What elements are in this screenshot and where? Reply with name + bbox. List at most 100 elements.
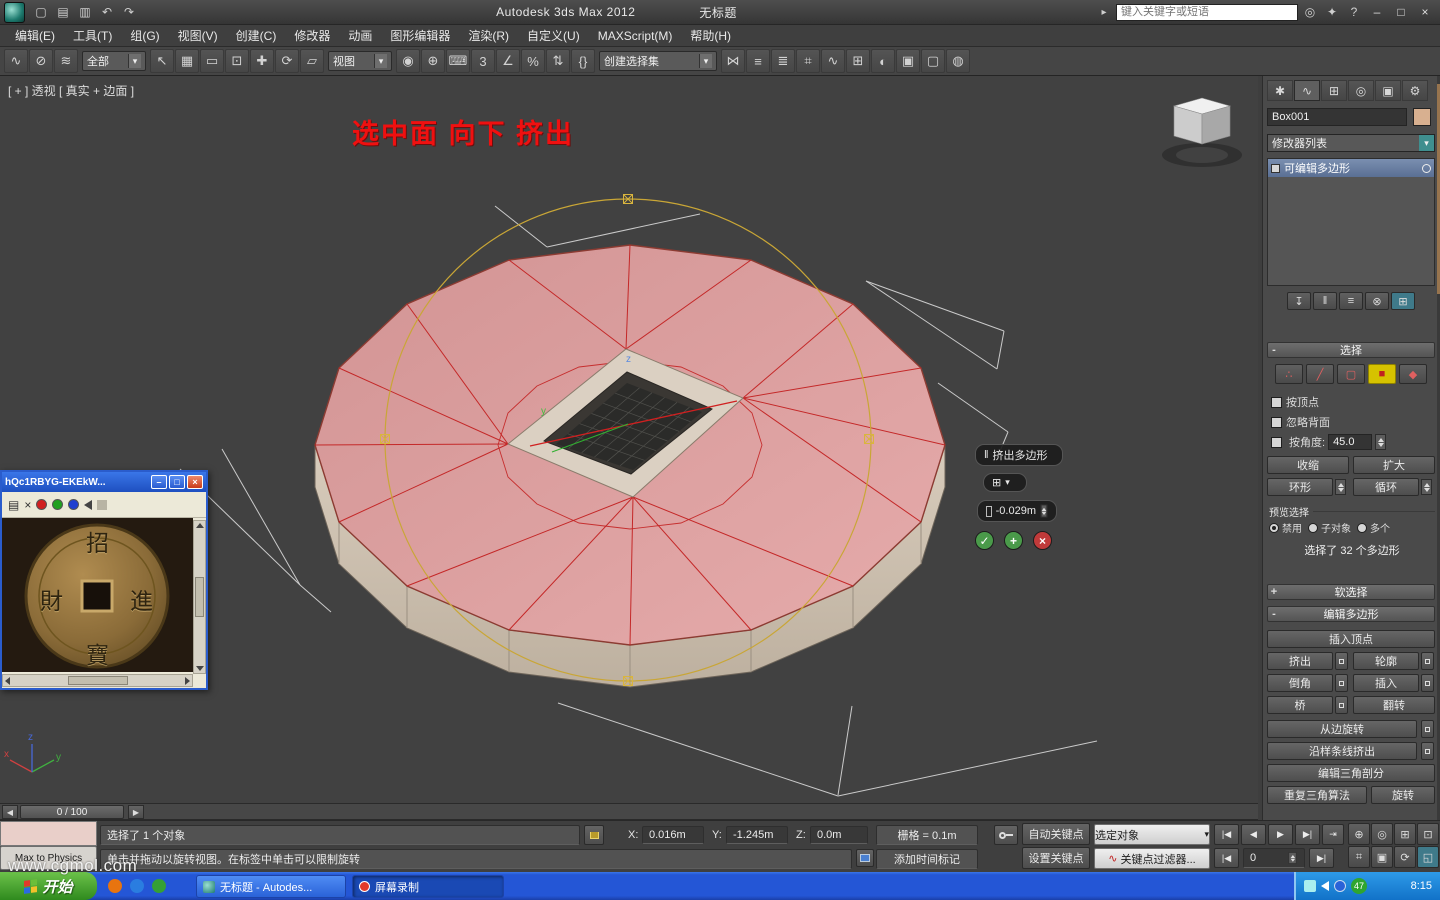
menu-modifiers[interactable]: 修改器 bbox=[285, 24, 339, 47]
caddy-height-spinner[interactable]: -0.029m bbox=[977, 500, 1057, 522]
inset-settings-button[interactable] bbox=[1421, 674, 1434, 692]
menu-tools[interactable]: 工具(T) bbox=[64, 24, 121, 47]
ring-button[interactable]: 环形 bbox=[1267, 478, 1333, 496]
menu-create[interactable]: 创建(C) bbox=[227, 24, 286, 47]
next-key-button[interactable]: ▶| bbox=[1309, 848, 1334, 868]
scroll-left-icon[interactable] bbox=[5, 676, 10, 685]
coin-mesh[interactable]: y z bbox=[314, 244, 946, 688]
stack-item-editable-poly[interactable]: 可编辑多边形 bbox=[1268, 159, 1434, 177]
go-to-end-button[interactable]: ⇥ bbox=[1322, 824, 1344, 845]
region-shape-icon[interactable]: ▭ bbox=[200, 49, 224, 73]
rollout-selection[interactable]: - 选择 bbox=[1267, 342, 1435, 358]
spinner-snap-icon[interactable]: ⇅ bbox=[546, 49, 570, 73]
green-channel-icon[interactable] bbox=[52, 499, 64, 510]
insert-vertex-button[interactable]: 插入顶点 bbox=[1267, 630, 1435, 648]
render-production-icon[interactable]: ◍ bbox=[946, 49, 970, 73]
time-step-forward-button[interactable]: ▶ bbox=[128, 805, 144, 819]
preview-subobject-radio[interactable]: 子对象 bbox=[1308, 520, 1351, 535]
stack-item-onoff-icon[interactable] bbox=[1422, 163, 1431, 173]
selection-filter-dropdown[interactable]: 全部 ▾ bbox=[82, 51, 146, 71]
close-button[interactable]: × bbox=[1414, 3, 1436, 21]
rollout-edit-polygons[interactable]: - 编辑多边形 bbox=[1267, 606, 1435, 622]
configure-sets-icon[interactable]: ⊞ bbox=[1391, 292, 1415, 310]
hinge-from-edge-button[interactable]: 从边旋转 bbox=[1267, 720, 1417, 738]
tray-security-badge[interactable]: 47 bbox=[1351, 878, 1367, 894]
quicklaunch-icon-2[interactable] bbox=[130, 879, 144, 893]
move-icon[interactable]: ✚ bbox=[250, 49, 274, 73]
manipulate-icon[interactable]: ⊕ bbox=[421, 49, 445, 73]
taskbar-task-screen-recorder[interactable]: 屏幕录制 bbox=[352, 875, 504, 898]
menu-customize[interactable]: 自定义(U) bbox=[518, 24, 589, 47]
bridge-settings-button[interactable] bbox=[1335, 696, 1348, 714]
border-mode-icon[interactable]: ▢ bbox=[1337, 364, 1365, 384]
zoom-icon[interactable]: ⊕ bbox=[1348, 823, 1370, 845]
vertex-mode-icon[interactable]: ∴ bbox=[1275, 364, 1303, 384]
caddy-cancel-button[interactable]: × bbox=[1033, 531, 1052, 550]
remove-modifier-icon[interactable]: ⊗ bbox=[1365, 292, 1389, 310]
open-file-icon[interactable]: ▤ bbox=[53, 2, 73, 22]
loop-spinner[interactable] bbox=[1421, 479, 1432, 495]
minimize-button[interactable]: – bbox=[1366, 3, 1388, 21]
add-time-tag-field[interactable]: 添加时间标记 bbox=[876, 849, 978, 869]
preview-multiple-radio[interactable]: 多个 bbox=[1357, 520, 1390, 535]
menu-rendering[interactable]: 渲染(R) bbox=[459, 24, 518, 47]
preview-disable-radio[interactable]: 禁用 bbox=[1269, 520, 1302, 535]
3dsmax-logo-icon[interactable] bbox=[4, 1, 25, 23]
snap-3d-icon[interactable]: 3 bbox=[471, 49, 495, 73]
red-channel-icon[interactable] bbox=[36, 499, 48, 510]
tab-motion[interactable]: ◎ bbox=[1348, 80, 1374, 101]
search-arrow-icon[interactable]: ▸ bbox=[1094, 2, 1114, 22]
object-color-swatch[interactable] bbox=[1413, 108, 1431, 126]
info-icon[interactable] bbox=[97, 499, 108, 510]
image-viewer-window[interactable]: hQc1RBYG-EKEkW... – □ × ▤ × 招 財 進 寶 bbox=[0, 470, 208, 690]
zoom-extents-all-icon[interactable]: ⊡ bbox=[1417, 823, 1439, 845]
communication-center-icon[interactable]: ◎ bbox=[1300, 2, 1320, 22]
h-scroll-thumb[interactable] bbox=[67, 676, 128, 685]
angle-snap-icon[interactable]: ∠ bbox=[496, 49, 520, 73]
hinge-settings-button[interactable] bbox=[1421, 720, 1434, 738]
grow-button[interactable]: 扩大 bbox=[1353, 456, 1435, 474]
viewcube[interactable] bbox=[1162, 97, 1242, 167]
by-vertex-checkbox[interactable] bbox=[1271, 396, 1282, 408]
rollout-soft-selection[interactable]: + 软选择 bbox=[1267, 584, 1435, 600]
time-slider-thumb[interactable]: 0 / 100 bbox=[20, 805, 124, 819]
bevel-button[interactable]: 倒角 bbox=[1267, 674, 1333, 692]
scale-icon[interactable]: ▱ bbox=[300, 49, 324, 73]
set-key-button[interactable]: 设置关键点 bbox=[1022, 847, 1090, 869]
ribbon-icon[interactable]: ⌗ bbox=[796, 49, 820, 73]
ignore-backfacing-checkbox[interactable] bbox=[1271, 416, 1282, 428]
image-vertical-scrollbar[interactable] bbox=[193, 520, 206, 674]
viewport-canvas[interactable]: y z x y z bbox=[0, 76, 1258, 803]
extrude-along-spline-settings-button[interactable] bbox=[1421, 742, 1434, 760]
loop-button[interactable]: 循环 bbox=[1353, 478, 1419, 496]
rotate-icon[interactable]: ⟳ bbox=[275, 49, 299, 73]
redo-icon[interactable]: ↷ bbox=[119, 2, 139, 22]
help-search-input[interactable] bbox=[1116, 3, 1299, 21]
help-menu-icon[interactable]: ? bbox=[1344, 2, 1364, 22]
by-angle-row[interactable]: 按角度: 45.0 bbox=[1271, 434, 1387, 450]
play-button[interactable]: ▶ bbox=[1268, 824, 1293, 845]
tray-network-icon[interactable] bbox=[1304, 880, 1316, 892]
new-scene-icon[interactable]: ▢ bbox=[31, 2, 51, 22]
select-link-icon[interactable]: ∿ bbox=[4, 49, 28, 73]
select-by-name-icon[interactable]: ▦ bbox=[175, 49, 199, 73]
speaker-icon[interactable] bbox=[84, 499, 93, 510]
show-end-result-icon[interactable]: ‖ bbox=[1313, 292, 1337, 310]
bind-spacewarp-icon[interactable]: ≋ bbox=[54, 49, 78, 73]
menu-views[interactable]: 视图(V) bbox=[169, 24, 227, 47]
named-sets-icon[interactable]: {} bbox=[571, 49, 595, 73]
angle-value-field[interactable]: 45.0 bbox=[1328, 434, 1373, 450]
reference-coordinate-dropdown[interactable]: 视图 ▾ bbox=[328, 51, 392, 71]
tab-display[interactable]: ▣ bbox=[1375, 80, 1401, 101]
pan-icon[interactable]: ▣ bbox=[1371, 846, 1393, 868]
angle-spinner[interactable] bbox=[1375, 434, 1387, 450]
image-viewer-titlebar[interactable]: hQc1RBYG-EKEkW... – □ × bbox=[2, 472, 206, 492]
key-filters-button[interactable]: ∿ 关键点过滤器... bbox=[1094, 848, 1210, 869]
orbit-icon[interactable]: ⟳ bbox=[1394, 846, 1416, 868]
next-frame-button[interactable]: ▶| bbox=[1295, 824, 1320, 845]
undo-icon[interactable]: ↶ bbox=[97, 2, 117, 22]
unlink-icon[interactable]: ⊘ bbox=[29, 49, 53, 73]
by-vertex-row[interactable]: 按顶点 bbox=[1271, 394, 1319, 410]
print-icon[interactable]: ▤ bbox=[8, 498, 19, 512]
maximize-button[interactable]: □ bbox=[1390, 3, 1412, 21]
